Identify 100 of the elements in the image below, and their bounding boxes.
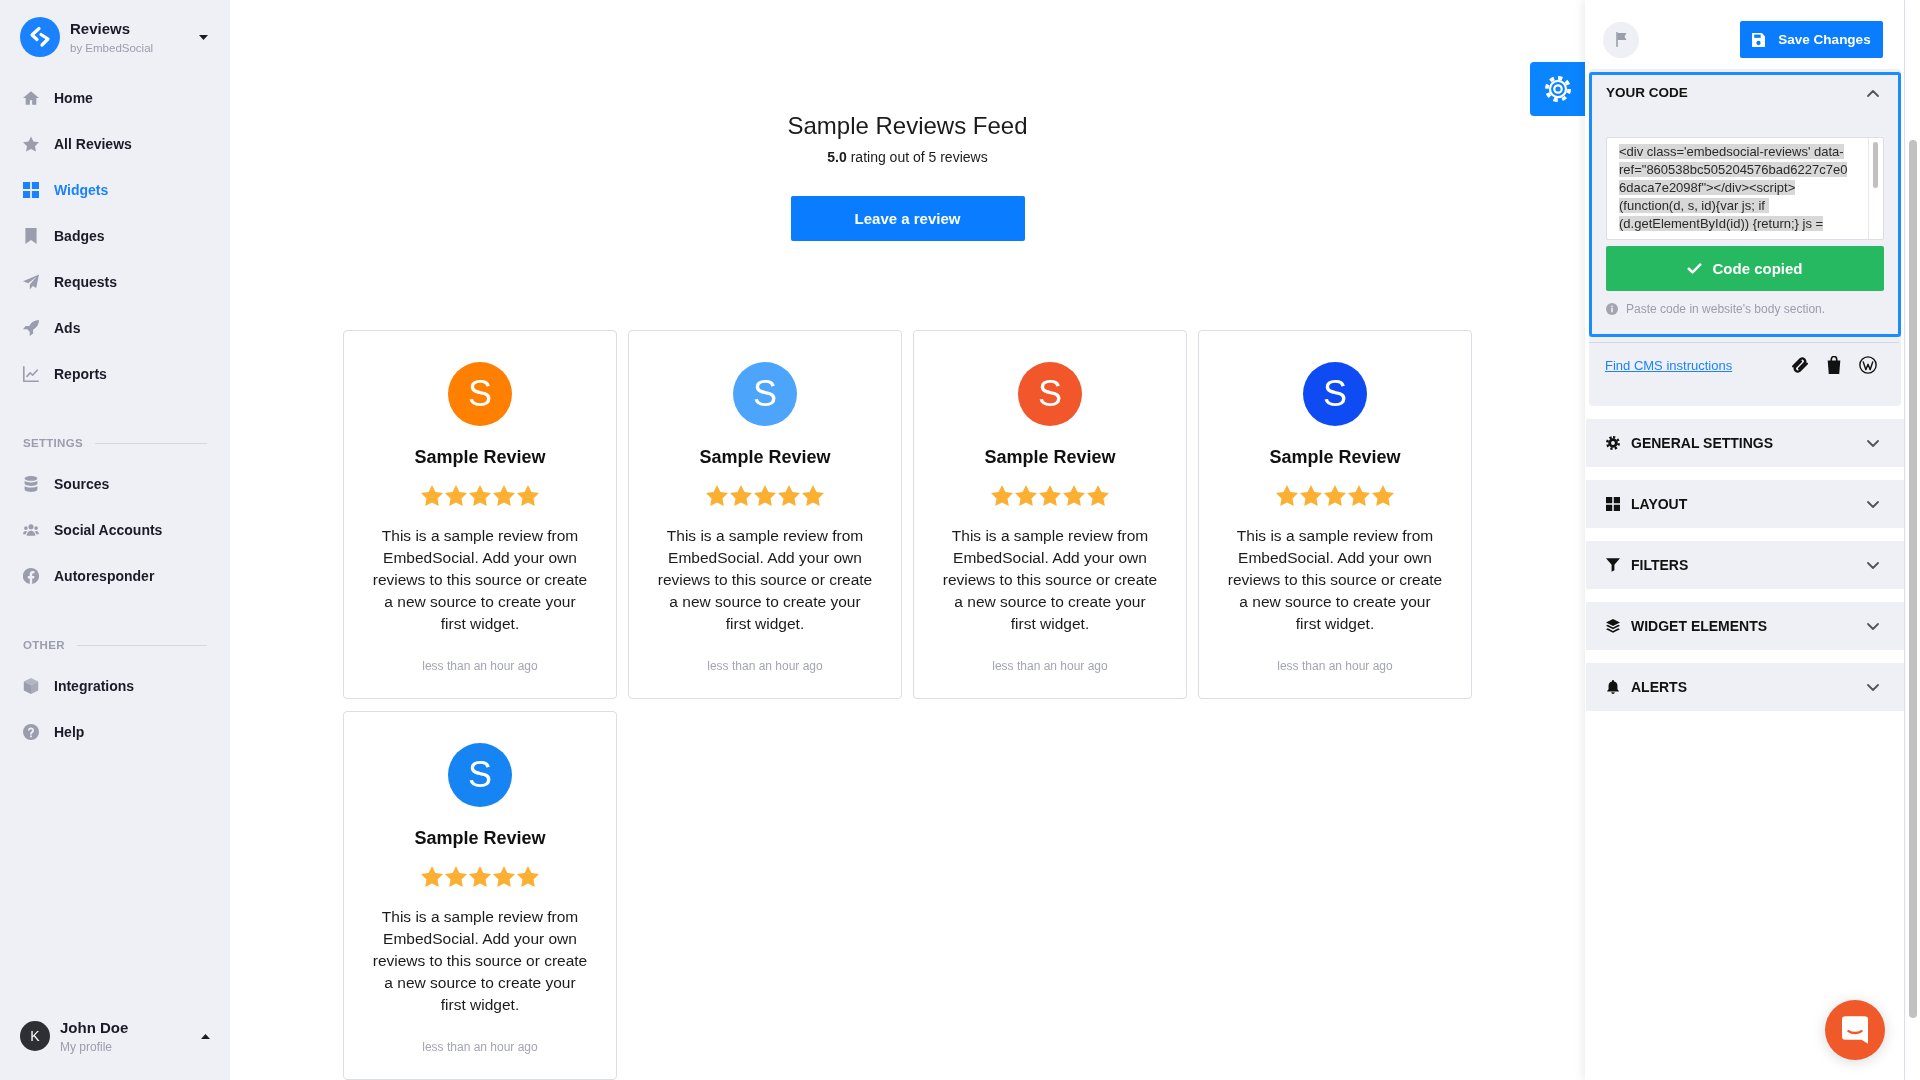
bell-icon [1606, 680, 1620, 694]
star-icon [778, 485, 800, 506]
star-icon [802, 485, 824, 506]
nav-item[interactable]: Help [0, 709, 230, 755]
w-circle-icon[interactable] [1859, 356, 1877, 374]
star-icon [1015, 485, 1037, 506]
chevron-down-icon [1867, 622, 1879, 630]
chevron-down-icon [1867, 500, 1879, 508]
review-title: Sample Review [414, 827, 546, 850]
caret-up-icon[interactable] [201, 1033, 210, 1039]
accordion-header[interactable]: LAYOUT [1586, 480, 1904, 528]
star-icon [421, 866, 443, 887]
shopping-bag-icon[interactable] [1825, 356, 1843, 374]
review-title: Sample Review [414, 446, 546, 469]
star-icon [445, 485, 467, 506]
settings-tab[interactable] [1530, 62, 1585, 116]
nav-item[interactable]: Integrations [0, 663, 230, 709]
hint-text: Paste code in website's body section. [1626, 301, 1826, 317]
star-icon [730, 485, 752, 506]
code-field[interactable]: <div class='embedsocial-reviews' data-ref="860538bc505204576bad6227c7e06daca7e2098f"></div><script> (function(d, s, id){var js; if (d.getElementById(id)) {return;} js = [1606, 137, 1884, 240]
chevron-down-icon [1867, 439, 1879, 447]
accordion-header[interactable]: FILTERS [1586, 541, 1904, 589]
accordion-header[interactable]: ALERTS [1586, 663, 1904, 711]
filter-icon [1606, 558, 1620, 572]
avatar: S [733, 362, 797, 426]
review-title: Sample Review [984, 446, 1116, 469]
review-title: Sample Review [699, 446, 831, 469]
star-icon [1372, 485, 1394, 506]
nav-item[interactable]: Autoresponder [0, 553, 230, 599]
paper-plane-icon [23, 274, 39, 290]
nav-item[interactable]: Requests [0, 259, 230, 305]
star-icon [23, 136, 39, 152]
chevron-up-icon[interactable] [1867, 89, 1879, 97]
nav-item[interactable]: Badges [0, 213, 230, 259]
chat-bubble-icon [1842, 1016, 1868, 1044]
review-text: This is a sample review from EmbedSocial. Add your own reviews to this source or create a new source to create your first widget. [656, 526, 874, 634]
settings-icon [1606, 436, 1620, 450]
review-time: less than an hour ago [992, 658, 1108, 674]
database-icon [23, 476, 39, 492]
star-icon [991, 485, 1013, 506]
accordion-header[interactable]: WIDGET ELEMENTS [1586, 602, 1904, 650]
save-changes-button[interactable]: Save Changes [1740, 21, 1883, 58]
help-icon [23, 724, 39, 740]
user-name: John Doe [60, 1017, 129, 1037]
section-heading: OTHER [23, 639, 65, 651]
info-icon [1606, 303, 1618, 315]
chevron-down-icon [1867, 683, 1879, 691]
section-heading: SETTINGS [23, 437, 83, 449]
star-icon [1276, 485, 1298, 506]
paperclip-icon[interactable] [1791, 356, 1809, 374]
star-icon [493, 866, 515, 887]
review-text: This is a sample review from EmbedSocial. Add your own reviews to this source or create a new source to create your first widget. [1226, 526, 1444, 634]
nav-item[interactable]: Home [0, 75, 230, 121]
nav-item[interactable]: Sources [0, 461, 230, 507]
nav-item[interactable]: Social Accounts [0, 507, 230, 553]
star-icon [1039, 485, 1061, 506]
grid-icon [23, 182, 39, 198]
review-time: less than an hour ago [707, 658, 823, 674]
star-icon [517, 866, 539, 887]
grid-icon [1606, 497, 1620, 511]
review-text: This is a sample review from EmbedSocial. Add your own reviews to this source or create a new source to create your first widget. [941, 526, 1159, 634]
nav-item[interactable]: All Reviews [0, 121, 230, 167]
check-icon [1687, 263, 1703, 274]
scrollbar-thumb[interactable] [1873, 142, 1878, 188]
home-icon [23, 90, 39, 106]
star-icon [469, 485, 491, 506]
flag-icon [1615, 32, 1627, 47]
feed-title: Sample Reviews Feed [787, 111, 1028, 141]
logo-icon [20, 17, 60, 57]
caret-down-icon[interactable] [199, 34, 208, 40]
nav-item[interactable]: Ads [0, 305, 230, 351]
avatar: K [20, 1021, 50, 1051]
cube-icon [23, 678, 39, 694]
review-text: This is a sample review from EmbedSocial. Add your own reviews to this source or create a new source to create your first widget. [371, 907, 589, 1015]
scrollbar-thumb[interactable] [1909, 140, 1917, 1018]
star-icon [1348, 485, 1370, 506]
rocket-icon [23, 320, 39, 336]
avatar: S [1018, 362, 1082, 426]
review-time: less than an hour ago [422, 658, 538, 674]
flag-button[interactable] [1603, 21, 1639, 58]
star-icon [1324, 485, 1346, 506]
rating-summary: 5.0 rating out of 5 reviews [827, 148, 988, 167]
star-icon [1087, 485, 1109, 506]
settings-icon [1544, 76, 1571, 102]
users-icon [23, 522, 39, 538]
star-icon [706, 485, 728, 506]
line-chart-icon [23, 366, 39, 382]
chevron-down-icon [1867, 561, 1879, 569]
nav-item[interactable]: Reports [0, 351, 230, 397]
app-name: Reviews [70, 18, 132, 38]
star-icon [421, 485, 443, 506]
review-time: less than an hour ago [1277, 658, 1393, 674]
leave-review-button[interactable]: Leave a review [790, 196, 1025, 241]
avatar: S [448, 362, 512, 426]
avatar: S [448, 743, 512, 807]
review-time: less than an hour ago [422, 1039, 538, 1055]
f-logo-icon [23, 568, 39, 584]
review-title: Sample Review [1269, 446, 1401, 469]
accordion-header[interactable]: GENERAL SETTINGS [1586, 419, 1904, 467]
review-text: This is a sample review from EmbedSocial. Add your own reviews to this source or create a new source to create your first widget. [371, 526, 589, 634]
